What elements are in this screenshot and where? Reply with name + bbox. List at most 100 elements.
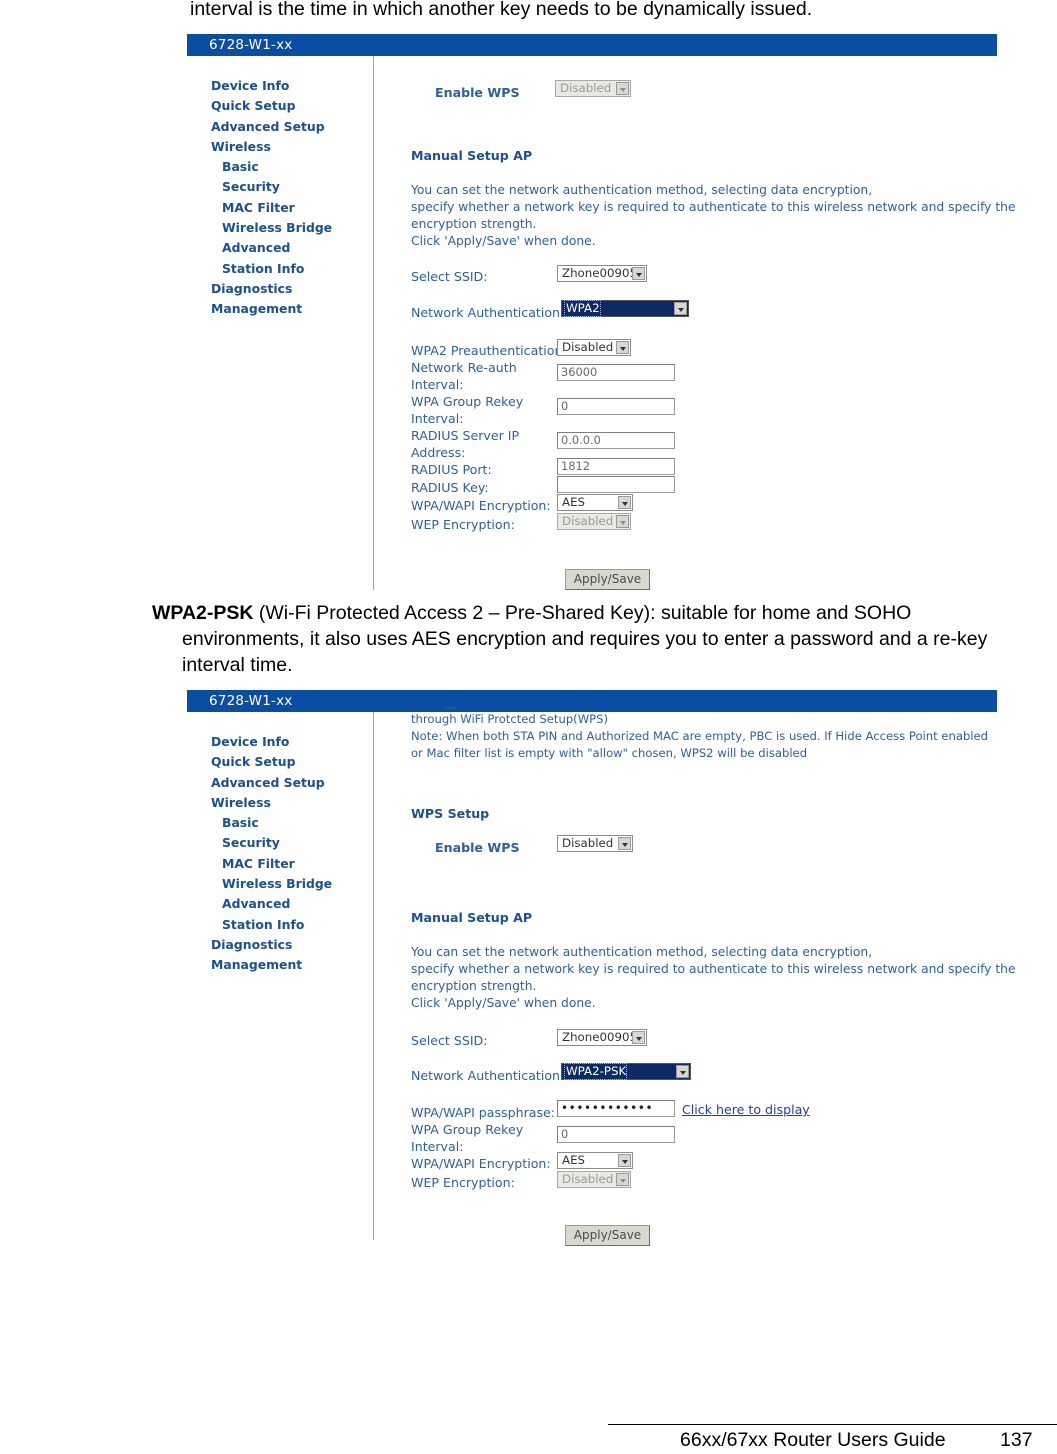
- apply-save-button[interactable]: Apply/Save: [565, 569, 650, 590]
- chevron-down-icon: [674, 302, 687, 315]
- sidebar-item-mac-filter[interactable]: MAC Filter: [211, 854, 332, 874]
- sidebar-item-station-info[interactable]: Station Info: [211, 915, 332, 935]
- sidebar-item-advanced-setup[interactable]: Advanced Setup: [211, 117, 332, 137]
- wpa2-psk-line2: environments, it also uses AES encryptio…: [182, 628, 988, 650]
- select-ssid-dropdown[interactable]: Zhone009059: [557, 1029, 647, 1046]
- sidebar-item-device-info[interactable]: Device Info: [211, 732, 332, 752]
- router-ui-screenshot-wpa2-psk: 6728-W1-xx Device Info Quick Setup Advan…: [187, 690, 1016, 1250]
- wpa-wapi-passphrase-input[interactable]: ••••••••••••: [557, 1100, 675, 1117]
- network-reauth-label-line1: Network Re-auth: [411, 360, 517, 375]
- enable-wps-label: Enable WPS: [435, 840, 520, 855]
- wpa2-psk-paragraph: WPA2-PSK (Wi-Fi Protected Access 2 – Pre…: [152, 600, 1052, 678]
- sidebar-item-quick-setup[interactable]: Quick Setup: [211, 752, 332, 772]
- wep-encryption-dropdown[interactable]: Disabled: [557, 513, 631, 530]
- sidebar-item-device-info[interactable]: Device Info: [211, 76, 332, 96]
- enable-wps-select[interactable]: Disabled: [557, 835, 633, 852]
- content-divider-line: [373, 712, 374, 1240]
- sidebar-item-wireless[interactable]: Wireless: [211, 137, 332, 157]
- wep-encryption-label: WEP Encryption:: [411, 517, 515, 532]
- wps-note-line-3: or Mac filter list is empty with "allow"…: [411, 746, 808, 760]
- sidebar-item-basic[interactable]: Basic: [211, 813, 332, 833]
- sidebar-item-management[interactable]: Management: [211, 299, 332, 319]
- content-divider-line: [373, 56, 374, 590]
- chevron-down-icon: [616, 82, 629, 95]
- wpa-wapi-passphrase-label: WPA/WAPI passphrase:: [411, 1105, 556, 1120]
- wpa-group-rekey-interval-input[interactable]: 0: [557, 398, 675, 415]
- select-ssid-label: Select SSID:: [411, 1033, 488, 1048]
- network-auth-value: WPA2-PSK: [563, 1063, 628, 1080]
- sidebar-item-basic[interactable]: Basic: [211, 157, 332, 177]
- wep-encryption-dropdown[interactable]: Disabled: [557, 1171, 631, 1188]
- router-window-title: 6728-W1-xx: [187, 690, 997, 712]
- radius-port-input[interactable]: 1812: [557, 458, 675, 475]
- router-sidebar-nav: Device Info Quick Setup Advanced Setup W…: [211, 76, 332, 320]
- network-auth-label: Network Authentication:: [411, 305, 565, 320]
- wpa-group-rekey-label-line1: WPA Group Rekey: [411, 1122, 524, 1137]
- sidebar-item-management[interactable]: Management: [211, 955, 332, 975]
- chevron-down-icon: [616, 341, 629, 354]
- intro-paragraph: interval is the time in which another ke…: [190, 0, 813, 20]
- manual-setup-desc-line-1: You can set the network authentication m…: [411, 945, 873, 959]
- wpa-wapi-encryption-value: AES: [562, 1153, 586, 1167]
- manual-setup-desc-line-4: Click 'Apply/Save' when done.: [411, 996, 596, 1010]
- network-auth-dropdown[interactable]: WPA2-PSK: [561, 1063, 691, 1080]
- wpa-wapi-encryption-dropdown[interactable]: AES: [557, 1152, 633, 1169]
- clipped-text-fragment: on: [443, 704, 469, 709]
- router-window-title: 6728-W1-xx: [187, 34, 997, 56]
- wps-note-line-2: Note: When both STA PIN and Authorized M…: [411, 729, 989, 743]
- sidebar-item-advanced[interactable]: Advanced: [211, 238, 332, 258]
- sidebar-item-diagnostics[interactable]: Diagnostics: [211, 279, 332, 299]
- document-page: interval is the time in which another ke…: [0, 0, 1057, 1454]
- wpa2-psk-line1: (Wi-Fi Protected Access 2 – Pre-Shared K…: [253, 602, 912, 624]
- footer-guide-title: 66xx/67xx Router Users Guide: [680, 1429, 946, 1451]
- manual-setup-ap-heading: Manual Setup AP: [411, 148, 533, 163]
- sidebar-item-wireless-bridge[interactable]: Wireless Bridge: [211, 218, 332, 238]
- sidebar-item-security[interactable]: Security: [211, 177, 332, 197]
- enable-wps-value: Disabled: [562, 836, 614, 850]
- wpa-wapi-encryption-value: AES: [562, 495, 586, 509]
- chevron-down-icon: [618, 837, 631, 850]
- manual-setup-desc-line-2: specify whether a network key is require…: [411, 962, 1016, 976]
- network-reauth-interval-input[interactable]: 36000: [557, 364, 675, 381]
- chevron-down-icon: [616, 1173, 629, 1186]
- chevron-down-icon: [618, 496, 631, 509]
- network-auth-label: Network Authentication:: [411, 1068, 565, 1083]
- sidebar-item-quick-setup[interactable]: Quick Setup: [211, 96, 332, 116]
- footer-page-number: 137: [1000, 1429, 1033, 1451]
- wps-note-line-1: through WiFi Protcted Setup(WPS): [411, 712, 609, 726]
- wpa-group-rekey-interval-input[interactable]: 0: [557, 1126, 675, 1143]
- wpa2-preauth-dropdown[interactable]: Disabled: [557, 339, 631, 356]
- manual-setup-desc-line-4: Click 'Apply/Save' when done.: [411, 234, 596, 248]
- wpa-wapi-encryption-label: WPA/WAPI Encryption:: [411, 498, 551, 513]
- enable-wps-label: Enable WPS: [435, 85, 520, 100]
- radius-server-ip-input[interactable]: 0.0.0.0: [557, 432, 675, 449]
- select-ssid-label: Select SSID:: [411, 269, 488, 284]
- chevron-down-icon: [676, 1065, 689, 1078]
- wep-encryption-label: WEP Encryption:: [411, 1175, 515, 1190]
- sidebar-item-mac-filter[interactable]: MAC Filter: [211, 198, 332, 218]
- sidebar-item-station-info[interactable]: Station Info: [211, 259, 332, 279]
- chevron-down-icon: [632, 267, 645, 280]
- radius-key-label: RADIUS Key:: [411, 480, 489, 495]
- wpa-wapi-encryption-dropdown[interactable]: AES: [557, 494, 633, 511]
- chevron-down-icon: [616, 515, 629, 528]
- sidebar-item-wireless-bridge[interactable]: Wireless Bridge: [211, 874, 332, 894]
- network-auth-dropdown[interactable]: WPA2: [561, 300, 689, 317]
- click-here-to-display-link[interactable]: Click here to display: [682, 1102, 810, 1117]
- sidebar-item-wireless[interactable]: Wireless: [211, 793, 332, 813]
- enable-wps-select[interactable]: Disabled: [555, 80, 631, 97]
- wpa-group-rekey-label-line2: Interval:: [411, 1139, 464, 1154]
- wpa2-psk-term: WPA2-PSK: [152, 602, 254, 624]
- radius-key-input[interactable]: [557, 476, 675, 493]
- router-sidebar-nav: Device Info Quick Setup Advanced Setup W…: [211, 732, 332, 976]
- sidebar-item-diagnostics[interactable]: Diagnostics: [211, 935, 332, 955]
- apply-save-button[interactable]: Apply/Save: [565, 1225, 650, 1246]
- select-ssid-dropdown[interactable]: Zhone009059: [557, 265, 647, 282]
- sidebar-item-advanced[interactable]: Advanced: [211, 894, 332, 914]
- network-auth-value: WPA2: [564, 300, 601, 317]
- sidebar-item-security[interactable]: Security: [211, 833, 332, 853]
- sidebar-item-advanced-setup[interactable]: Advanced Setup: [211, 773, 332, 793]
- manual-setup-desc-line-3: encryption strength.: [411, 979, 537, 993]
- wpa-group-rekey-label-line2: Interval:: [411, 411, 464, 426]
- wpa-wapi-encryption-label: WPA/WAPI Encryption:: [411, 1156, 551, 1171]
